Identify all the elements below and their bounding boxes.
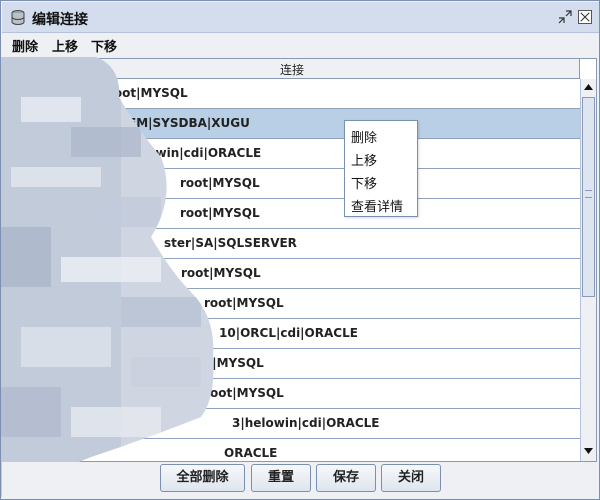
delete-all-button[interactable]: 全部删除: [160, 464, 245, 492]
row-text: 3|helowin|cdi|ORACLE: [232, 416, 380, 430]
table-row[interactable]: root|MYSQL: [4, 289, 580, 319]
table-row[interactable]: 3|helowin|cdi|ORACLE: [4, 409, 580, 439]
table-row[interactable]: root|MYSQL: [4, 259, 580, 289]
row-text: root|MYSQL: [180, 206, 260, 220]
connections-table: 连接 root|MYSQL EM|SYSDBA|XUGU elowin|cdi|…: [3, 58, 597, 462]
row-text: root|MYSQL: [204, 296, 284, 310]
vertical-scrollbar[interactable]: [580, 79, 596, 461]
table-row[interactable]: elowin|cdi|ORACLE: [4, 139, 580, 169]
row-text: oot|MYSQL: [190, 356, 264, 370]
table-row[interactable]: ster|SA|SQLSERVER: [4, 229, 580, 259]
menu-move-down[interactable]: 下移: [91, 36, 117, 55]
row-text: 6||root|MYSQL: [187, 386, 284, 400]
row-text: root|MYSQL: [180, 176, 260, 190]
row-text: root|MYSQL: [108, 86, 188, 100]
close-icon[interactable]: [578, 10, 592, 24]
table-rows: root|MYSQL EM|SYSDBA|XUGU elowin|cdi|ORA…: [4, 79, 580, 461]
row-text: ster|SA|SQLSERVER: [164, 236, 297, 250]
close-button[interactable]: 关闭: [381, 464, 441, 492]
reset-button[interactable]: 重置: [251, 464, 311, 492]
table-row-selected[interactable]: EM|SYSDBA|XUGU: [4, 109, 580, 139]
scroll-down-arrow-icon[interactable]: [581, 443, 596, 459]
row-text: elowin|cdi|ORACLE: [135, 146, 262, 160]
table-row[interactable]: root|MYSQL: [4, 169, 580, 199]
menu-bar: 删除 上移 下移: [2, 33, 599, 55]
scrollbar-thumb[interactable]: [582, 97, 595, 297]
context-menu-move-down[interactable]: 下移: [351, 173, 377, 192]
button-bar: 全部删除 重置 保存 关闭: [2, 462, 599, 499]
row-text: ORACLE: [224, 446, 278, 460]
save-button[interactable]: 保存: [316, 464, 376, 492]
column-header-connection[interactable]: 连接: [4, 61, 580, 78]
restore-icon[interactable]: [558, 10, 572, 24]
table-row[interactable]: 10|ORCL|cdi|ORACLE: [4, 319, 580, 349]
context-menu: 删除 上移 下移 查看详情: [344, 120, 418, 217]
menu-delete[interactable]: 删除: [12, 36, 38, 55]
context-menu-delete[interactable]: 删除: [351, 127, 377, 146]
database-icon: [11, 10, 25, 25]
table-row[interactable]: ORACLE: [4, 439, 580, 461]
scroll-up-arrow-icon[interactable]: [581, 79, 596, 95]
table-row[interactable]: oot|MYSQL: [4, 349, 580, 379]
row-text: 10|ORCL|cdi|ORACLE: [219, 326, 358, 340]
title-bar[interactable]: 编辑连接: [2, 2, 599, 33]
context-menu-move-up[interactable]: 上移: [351, 150, 377, 169]
dialog-window: 编辑连接 删除 上移 下移 连接 root|MYSQL EM|SYSDBA|XU…: [0, 0, 600, 500]
menu-move-up[interactable]: 上移: [52, 36, 78, 55]
table-row[interactable]: root|MYSQL: [4, 199, 580, 229]
table-header[interactable]: 连接: [4, 59, 580, 79]
table-row[interactable]: root|MYSQL: [4, 79, 580, 109]
scrollbar-grip: [585, 190, 592, 198]
row-text: EM|SYSDBA|XUGU: [128, 116, 250, 130]
window-title: 编辑连接: [32, 12, 88, 28]
row-text: root|MYSQL: [181, 266, 261, 280]
table-row[interactable]: 6||root|MYSQL: [4, 379, 580, 409]
context-menu-view-details[interactable]: 查看详情: [351, 196, 403, 215]
